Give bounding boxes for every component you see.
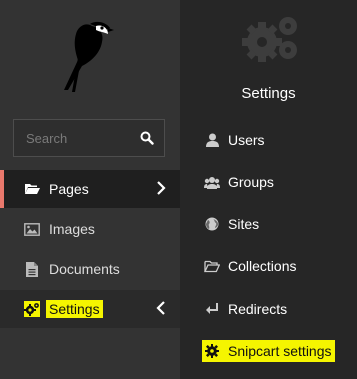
sidebar-item-pages[interactable]: Pages bbox=[0, 170, 180, 208]
image-icon bbox=[24, 221, 40, 237]
sidebar-item-label: Pages bbox=[49, 181, 89, 197]
globe-icon bbox=[204, 216, 220, 232]
group-icon bbox=[204, 174, 220, 190]
sidebar-item-label: Images bbox=[49, 221, 95, 237]
wagtail-logo[interactable] bbox=[56, 18, 120, 94]
submenu-item-label: Sites bbox=[228, 216, 260, 232]
sidebar-item-images[interactable]: Images bbox=[0, 210, 180, 248]
submenu-item-label: Users bbox=[228, 132, 265, 148]
submenu-title: Settings bbox=[241, 85, 296, 102]
submenu-item-label: Snipcart settings bbox=[228, 343, 332, 359]
sidebar-item-documents[interactable]: Documents bbox=[0, 250, 180, 288]
main-sidebar: Pages Images Documents Settings bbox=[0, 0, 180, 379]
search-box bbox=[13, 119, 165, 157]
submenu-item-sites[interactable]: Sites bbox=[204, 213, 259, 235]
submenu-item-redirects[interactable]: Redirects bbox=[204, 298, 287, 320]
document-icon bbox=[24, 261, 40, 277]
search-icon[interactable] bbox=[140, 131, 154, 145]
folder-open-icon bbox=[24, 181, 40, 197]
sidebar-item-label: Documents bbox=[49, 261, 120, 277]
sidebar-item-label: Settings bbox=[46, 300, 103, 318]
chevron-left-icon bbox=[156, 301, 165, 315]
cogs-icon bbox=[242, 17, 297, 62]
user-icon bbox=[204, 132, 220, 148]
folder-open-icon bbox=[204, 258, 220, 274]
chevron-right-icon bbox=[157, 181, 166, 195]
sidebar-item-settings[interactable]: Settings bbox=[0, 290, 180, 328]
submenu-item-collections[interactable]: Collections bbox=[204, 255, 296, 277]
redirect-icon bbox=[204, 301, 220, 317]
cogs-icon bbox=[24, 301, 40, 317]
submenu-item-groups[interactable]: Groups bbox=[204, 171, 274, 193]
submenu-item-snipcart-settings[interactable]: Snipcart settings bbox=[202, 340, 335, 362]
cog-icon bbox=[204, 343, 220, 359]
submenu-item-label: Redirects bbox=[228, 301, 288, 317]
submenu-item-label: Collections bbox=[228, 258, 297, 274]
search-input[interactable] bbox=[14, 120, 134, 156]
submenu-item-label: Groups bbox=[228, 174, 274, 190]
submenu-item-users[interactable]: Users bbox=[204, 129, 265, 151]
